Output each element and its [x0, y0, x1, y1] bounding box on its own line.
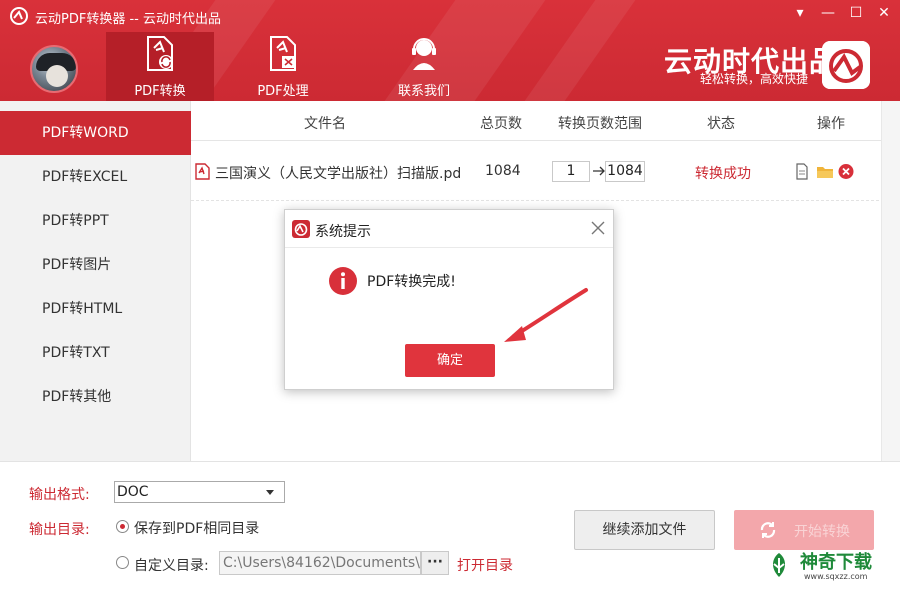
range-to-input[interactable]: 1084: [605, 161, 645, 182]
arrow-right-icon: [593, 166, 605, 176]
folder-icon[interactable]: [816, 163, 834, 180]
add-files-button[interactable]: 继续添加文件: [574, 510, 715, 550]
table-header: 文件名 总页数 转换页数范围 状态 操作: [191, 101, 881, 141]
sidebar-item-label: PDF转WORD: [42, 125, 129, 141]
chevron-down-icon: [266, 490, 274, 495]
radio-same-directory[interactable]: [116, 520, 129, 533]
dialog-header[interactable]: 系统提示: [285, 210, 613, 248]
sidebar-item-label: PDF转HTML: [42, 301, 123, 317]
file-name-cell: 三国演义（人民文学出版社）扫描版.pd: [215, 166, 462, 182]
close-icon[interactable]: [591, 221, 605, 235]
sidebar-item-pdf-to-image[interactable]: PDF转图片: [0, 243, 191, 287]
app-logo-icon: [10, 7, 28, 25]
column-header-filename: 文件名: [304, 116, 346, 132]
app-window: 云动PDF转换器 -- 云动时代出品 ▾ — ☐ ✕ PDF转换 PDF处理 联…: [0, 0, 900, 599]
status-badge: 转换成功: [695, 166, 751, 182]
dialog-message: PDF转换完成!: [367, 274, 456, 290]
sidebar-item-pdf-to-ppt[interactable]: PDF转PPT: [0, 199, 191, 243]
sidebar-item-pdf-to-excel[interactable]: PDF转EXCEL: [0, 155, 191, 199]
output-format-select[interactable]: DOC: [114, 481, 285, 503]
output-format-value: DOC: [117, 484, 149, 500]
minimize-button[interactable]: —: [818, 4, 838, 22]
output-format-label: 输出格式:: [29, 487, 90, 503]
watermark-text: 神奇下载: [800, 552, 872, 573]
tab-label: PDF转换: [134, 84, 186, 99]
header-bar: 云动PDF转换器 -- 云动时代出品 ▾ — ☐ ✕ PDF转换 PDF处理 联…: [0, 0, 900, 101]
custom-path-input[interactable]: C:\Users\84162\Documents\p: [219, 551, 421, 575]
delete-icon[interactable]: [838, 163, 854, 180]
tab-pdf-convert[interactable]: PDF转换: [106, 32, 214, 101]
title-bar[interactable]: 云动PDF转换器 -- 云动时代出品 ▾ — ☐ ✕: [0, 0, 900, 32]
open-directory-link[interactable]: 打开目录: [457, 555, 513, 575]
tab-label: PDF处理: [257, 84, 309, 99]
brand-tagline: 轻松转换，高效快捷: [700, 72, 809, 86]
close-button[interactable]: ✕: [874, 4, 894, 22]
window-title: 云动PDF转换器 -- 云动时代出品: [35, 12, 221, 27]
sidebar-item-pdf-to-word[interactable]: PDF转WORD: [0, 111, 191, 155]
row-divider: [191, 200, 879, 201]
option-same-directory-label[interactable]: 保存到PDF相同目录: [134, 518, 259, 538]
watermark: 神奇下载 www.sqxzz.com: [764, 548, 894, 588]
pointer-arrow-icon: [504, 288, 588, 342]
start-convert-button[interactable]: 开始转换: [734, 510, 874, 550]
sidebar-item-pdf-to-html[interactable]: PDF转HTML: [0, 287, 191, 331]
sidebar: PDF转WORD PDF转EXCEL PDF转PPT PDF转图片 PDF转HT…: [0, 101, 191, 461]
ok-button[interactable]: 确定: [405, 344, 495, 377]
pdf-process-icon: [270, 36, 296, 71]
pdf-file-icon: [195, 163, 210, 180]
pdf-convert-icon: [147, 36, 173, 71]
tab-pdf-process[interactable]: PDF处理: [229, 32, 337, 101]
menu-button[interactable]: ▾: [790, 4, 810, 22]
info-icon: [329, 267, 357, 295]
tab-contact-us[interactable]: 联系我们: [370, 32, 478, 101]
app-logo-icon: [292, 220, 310, 238]
dialog-title: 系统提示: [315, 224, 371, 240]
sidebar-item-label: PDF转图片: [42, 257, 112, 273]
browse-button[interactable]: ···: [421, 551, 449, 575]
range-from-input[interactable]: 1: [552, 161, 590, 182]
start-convert-label: 开始转换: [794, 524, 850, 540]
column-header-status: 状态: [707, 116, 735, 132]
sidebar-item-label: PDF转TXT: [42, 345, 110, 361]
watermark-url: www.sqxzz.com: [804, 572, 868, 581]
total-pages-cell: 1084: [485, 163, 521, 179]
leaf-logo-icon: [773, 553, 785, 577]
sidebar-item-label: PDF转其他: [42, 389, 112, 405]
file-icon[interactable]: [794, 163, 810, 180]
sidebar-item-label: PDF转EXCEL: [42, 169, 128, 185]
column-header-total-pages: 总页数: [480, 116, 522, 132]
radio-custom-directory[interactable]: [116, 556, 129, 569]
option-custom-directory-label[interactable]: 自定义目录:: [134, 555, 209, 575]
tab-label: 联系我们: [397, 84, 450, 99]
brand-logo-icon: [822, 41, 870, 89]
support-agent-icon: [412, 38, 436, 70]
column-header-actions: 操作: [817, 116, 845, 132]
maximize-button[interactable]: ☐: [846, 4, 866, 22]
sidebar-item-label: PDF转PPT: [42, 213, 109, 229]
column-header-page-range: 转换页数范围: [558, 116, 642, 132]
avatar[interactable]: [30, 45, 78, 93]
refresh-icon: [760, 522, 776, 538]
output-dir-label: 输出目录:: [29, 522, 90, 538]
vertical-scrollbar[interactable]: [881, 101, 900, 461]
sidebar-item-pdf-to-other[interactable]: PDF转其他: [0, 375, 191, 419]
sidebar-item-pdf-to-txt[interactable]: PDF转TXT: [0, 331, 191, 375]
